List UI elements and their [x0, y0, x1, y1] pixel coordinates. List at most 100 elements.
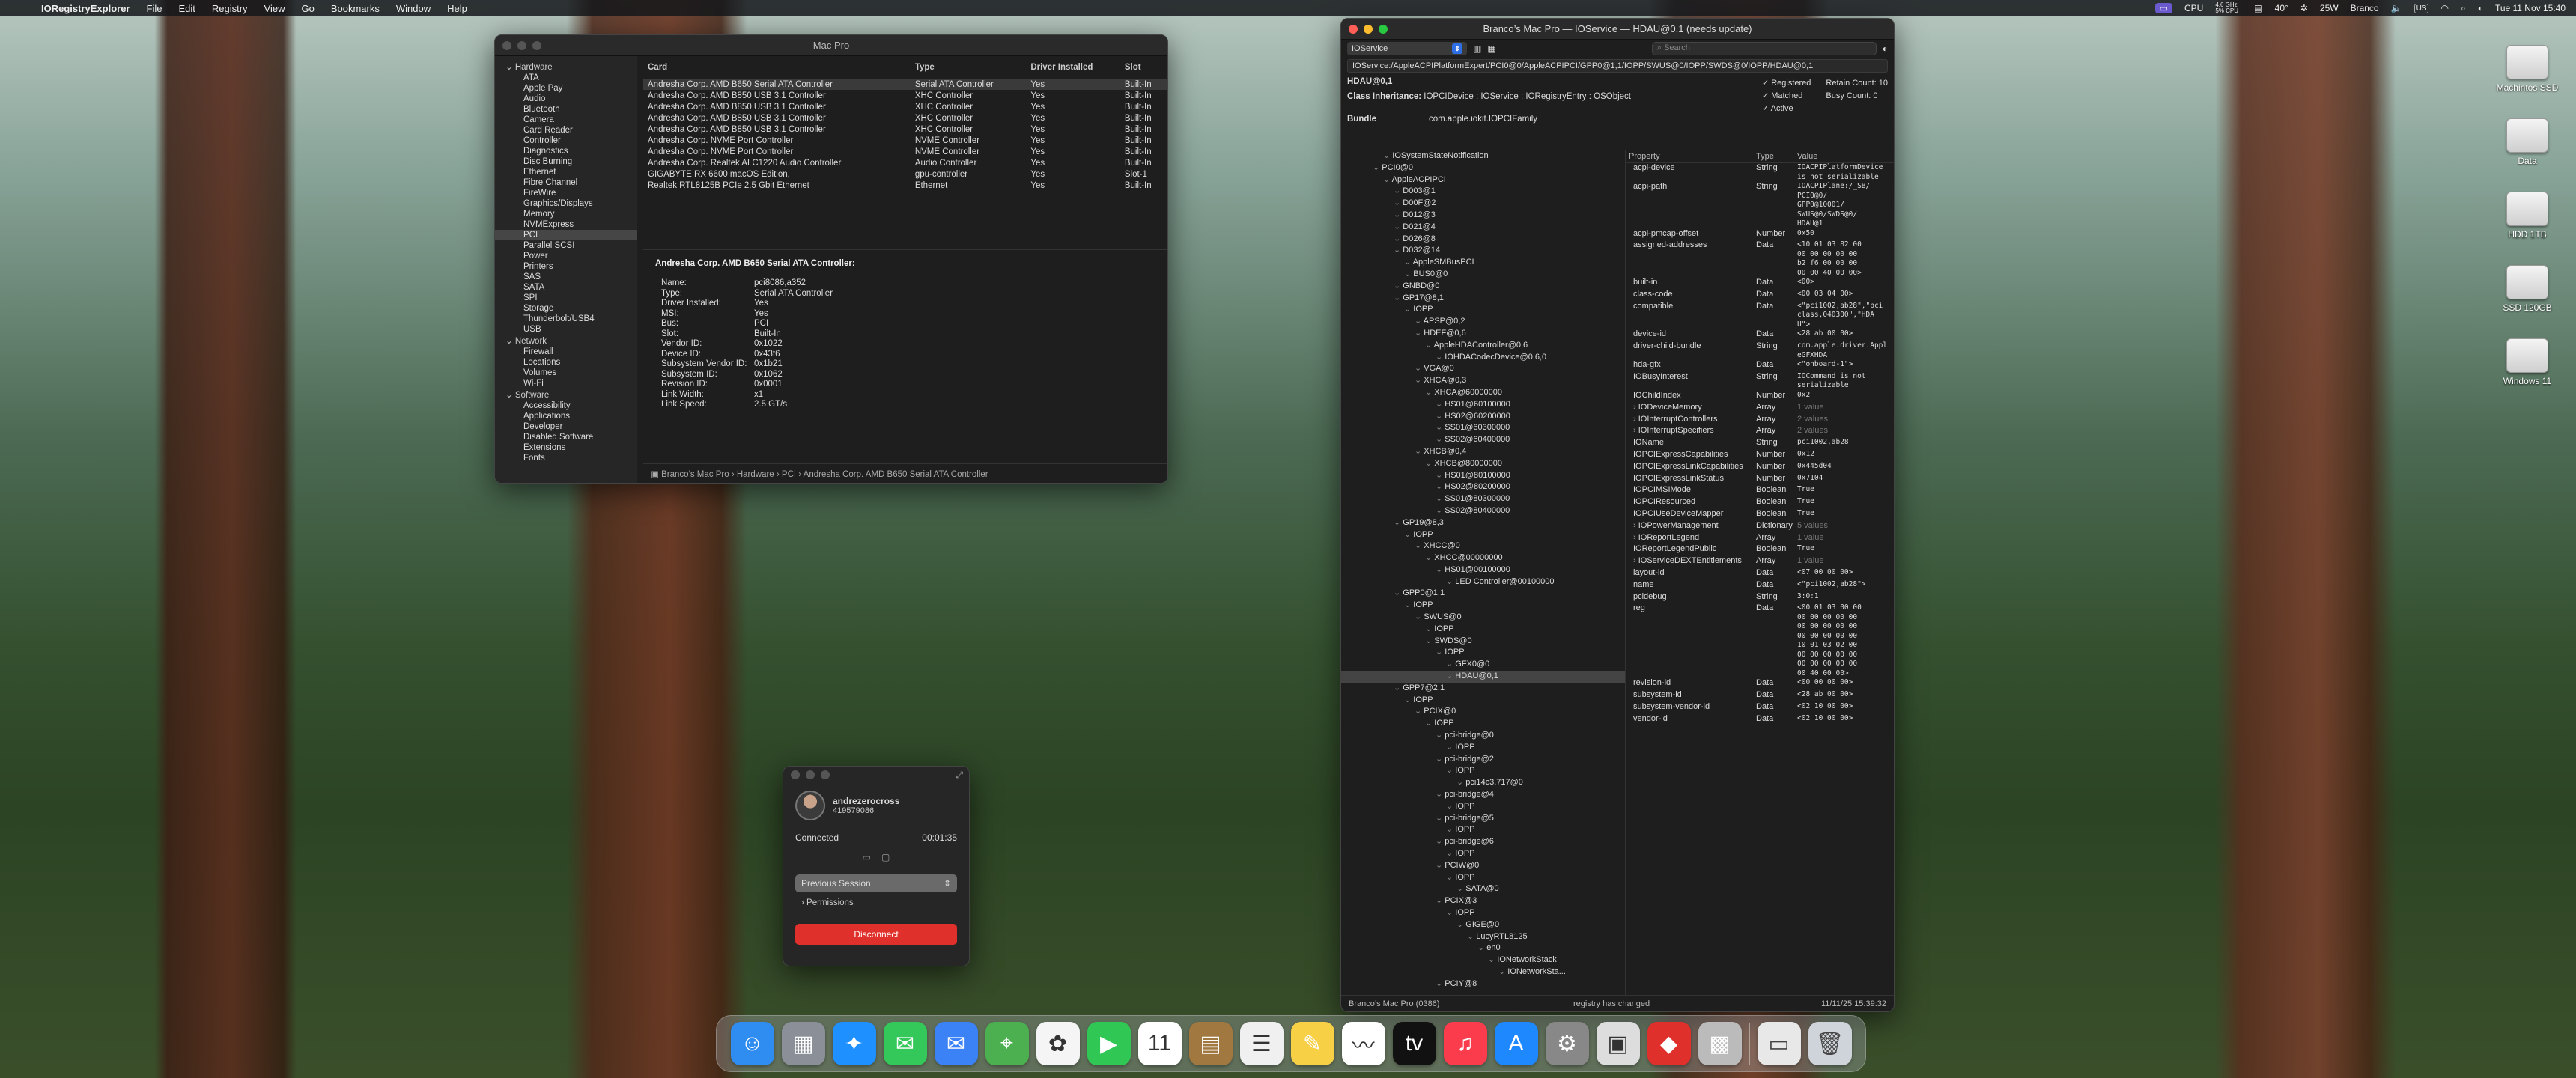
mail-icon[interactable]: ✉	[934, 1022, 978, 1065]
tree-node[interactable]: ⌄ D021@4	[1341, 222, 1625, 234]
chevron-right-icon[interactable]: ›	[1633, 403, 1638, 412]
tree-node[interactable]: ⌄ AppleACPIPCI	[1341, 174, 1625, 186]
chevron-down-icon[interactable]: ⌄	[1436, 494, 1445, 503]
safari-icon[interactable]: ✦	[832, 1022, 876, 1065]
tree-node[interactable]: ⌄ IOPP	[1341, 848, 1625, 860]
chevron-down-icon[interactable]: ⌄	[1404, 600, 1413, 609]
anydesk-icon[interactable]: ◆	[1647, 1022, 1691, 1065]
sidebar-item[interactable]: Storage	[495, 303, 637, 314]
property-row[interactable]: IOPCIExpressLinkCapabilities Number 0x445d…	[1626, 462, 1894, 474]
chevron-down-icon[interactable]: ⌄	[1456, 884, 1465, 893]
tree-node[interactable]: ⌄ IOSystemStateNotification	[1341, 150, 1625, 162]
property-row[interactable]: compatible Data <"pci1002,ab28","pci class…	[1626, 302, 1894, 330]
tree-node[interactable]: ⌄ VGA@0	[1341, 363, 1625, 375]
tree-node[interactable]: ⌄ IOPP	[1341, 695, 1625, 707]
column-header[interactable]: Value	[1797, 152, 1891, 161]
chevron-down-icon[interactable]: ⌄	[1394, 246, 1403, 255]
power[interactable]: 25W	[2320, 3, 2339, 13]
chevron-down-icon[interactable]: ⌄	[1436, 353, 1445, 362]
sidebar-item[interactable]: ⌄ Software	[495, 389, 637, 401]
tree-node[interactable]: ⌄ D012@3	[1341, 210, 1625, 222]
column-header[interactable]: Type	[910, 56, 1027, 79]
tree-node[interactable]: ⌄ HS01@80100000	[1341, 470, 1625, 482]
property-row[interactable]: IOPCIUseDeviceMapper Boolean True	[1626, 509, 1894, 521]
property-row[interactable]: hda-gfx Data <"onboard-1">	[1626, 360, 1894, 372]
tree-node[interactable]: ⌄ en0	[1341, 943, 1625, 954]
session-select[interactable]: Previous Session ⇕	[795, 874, 957, 892]
app-menu[interactable]: IORegistryExplorer	[33, 3, 139, 14]
sidebar-item[interactable]: Wi-Fi	[495, 378, 637, 389]
property-row[interactable]: class-code Data <00 03 04 00>	[1626, 290, 1894, 302]
memory-icon[interactable]: ▤	[2254, 3, 2262, 13]
notes-brown-icon[interactable]: ▤	[1188, 1022, 1233, 1065]
chevron-down-icon[interactable]: ⌄	[1446, 577, 1455, 586]
tree-node[interactable]: ⌄ AppleSMBusPCI	[1341, 257, 1625, 269]
permissions-link[interactable]: › Permissions	[783, 892, 969, 913]
property-row[interactable]: acpi-pmcap-offset Number 0x50	[1626, 229, 1894, 241]
tree-node[interactable]: ⌄ HDEF@0,6	[1341, 328, 1625, 340]
fan-icon[interactable]: ✲	[2300, 3, 2308, 13]
chevron-down-icon[interactable]: ⌄	[1415, 541, 1424, 550]
tree-node[interactable]: ⌄ pci-bridge@5	[1341, 813, 1625, 825]
chevron-down-icon[interactable]: ⌄	[1436, 731, 1445, 740]
property-row[interactable]: › IOPowerManagement Dictionary 5 values	[1626, 521, 1894, 533]
sysinfo-titlebar[interactable]: Mac Pro	[495, 35, 1167, 56]
tree-node[interactable]: ⌄ IOPP	[1341, 742, 1625, 754]
property-row[interactable]: acpi-device String IOACPIPlatformDevice is…	[1626, 163, 1894, 182]
property-row[interactable]: › IOServiceDEXTEntitlements Array 1 value	[1626, 556, 1894, 568]
sidebar-item[interactable]: Fonts	[495, 453, 637, 463]
wifi-icon[interactable]: ◠	[2440, 3, 2448, 13]
tree-node[interactable]: ⌄ IONetworkStack	[1341, 954, 1625, 966]
tree-node[interactable]: ⌄ IONetworkSta...	[1341, 966, 1625, 978]
expand-icon[interactable]: ⤢	[956, 770, 963, 781]
chevron-down-icon[interactable]: ⌄	[1436, 565, 1445, 574]
sidebar-item[interactable]: Disabled Software	[495, 432, 637, 442]
sidebar-item[interactable]: Developer	[495, 421, 637, 432]
chevron-down-icon[interactable]: ⌄	[1467, 932, 1476, 941]
chevron-down-icon[interactable]: ⌄	[1404, 695, 1413, 704]
sidebar-item[interactable]: ⌄ Hardware	[495, 61, 637, 73]
property-row[interactable]: pcidebug String 3:0:1	[1626, 592, 1894, 604]
table-row[interactable]: Andresha Corp. NVME Port Controller NVME …	[643, 135, 1167, 146]
chevron-down-icon[interactable]: ⌄	[1456, 920, 1465, 929]
user[interactable]: Branco	[2351, 3, 2379, 13]
chevron-down-icon[interactable]: ⌄	[1446, 766, 1455, 775]
chevron-down-icon[interactable]: ⌄	[1394, 518, 1403, 527]
clock[interactable]: Tue 11 Nov 15:40	[2495, 3, 2566, 13]
tree-node[interactable]: ⌄ SWDS@0	[1341, 636, 1625, 648]
column-header[interactable]: Driver Installed	[1026, 56, 1120, 79]
chevron-down-icon[interactable]: ⌄	[1415, 317, 1424, 326]
chevron-down-icon[interactable]: ⌄	[1436, 896, 1445, 905]
chevron-down-icon[interactable]: ⌄	[1373, 163, 1382, 172]
desktop-drive[interactable]: Data	[2486, 118, 2569, 166]
tree-node[interactable]: ⌄ HS02@60200000	[1341, 411, 1625, 423]
chat-icon[interactable]: ▢	[881, 852, 890, 862]
sidebar-item[interactable]: Controller	[495, 135, 637, 146]
tree-view-icon[interactable]: ▥	[1473, 43, 1481, 54]
column-header[interactable]: Slot	[1120, 56, 1167, 79]
sidebar-item[interactable]: Audio	[495, 94, 637, 104]
tree-node[interactable]: ⌄ XHCA@60000000	[1341, 387, 1625, 399]
menu-registry[interactable]: Registry	[204, 3, 256, 14]
table-row[interactable]: Andresha Corp. AMD B650 Serial ATA Contr…	[643, 79, 1167, 90]
tree-node[interactable]: ⌄ IOPP	[1341, 718, 1625, 730]
property-row[interactable]: IOBusyInterest String IOCommand is not ser…	[1626, 372, 1894, 391]
reminders-icon[interactable]: ☰	[1239, 1022, 1284, 1065]
tree-node[interactable]: ⌄ IOPP	[1341, 801, 1625, 813]
menu-file[interactable]: File	[139, 3, 171, 14]
tree-node[interactable]: ⌄ SS01@60300000	[1341, 422, 1625, 434]
facetime-icon[interactable]: ▶	[1087, 1022, 1131, 1065]
chevron-down-icon[interactable]: ⌄	[1436, 979, 1445, 988]
toggle-icon[interactable]: ◐	[2478, 3, 2483, 13]
zoom-icon[interactable]	[532, 40, 541, 50]
property-row[interactable]: IOName String pci1002,ab28	[1626, 438, 1894, 450]
column-header[interactable]: Card	[643, 56, 911, 79]
property-row[interactable]: reg Data <00 01 03 00 00 00 00 00 00 00 00…	[1626, 603, 1894, 678]
keyboard-layout[interactable]: US	[2414, 3, 2429, 13]
sidebar-item[interactable]: Applications	[495, 411, 637, 421]
chevron-right-icon[interactable]: ›	[1633, 521, 1638, 530]
chevron-down-icon[interactable]: ⌄	[1394, 198, 1403, 207]
chevron-down-icon[interactable]: ⌄	[1446, 743, 1455, 752]
chevron-right-icon[interactable]: ›	[1633, 415, 1638, 424]
table-row[interactable]: Andresha Corp. AMD B850 USB 3.1 Controll…	[643, 112, 1167, 124]
